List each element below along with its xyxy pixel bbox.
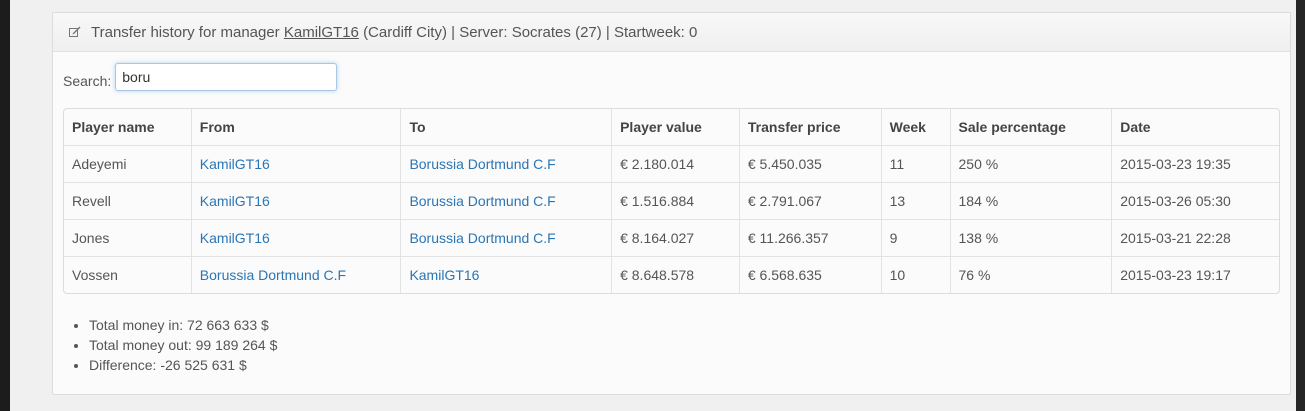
panel-header: Transfer history for manager KamilGT16 (…: [53, 13, 1290, 52]
player-value-cell: € 8.164.027: [611, 219, 739, 256]
from-cell: KamilGT16: [190, 182, 401, 219]
table-row: Vossen Borussia Dortmund C.F KamilGT16 €…: [64, 256, 1279, 293]
from-link[interactable]: KamilGT16: [200, 193, 270, 209]
edit-icon: [69, 26, 81, 38]
column-header[interactable]: Transfer price: [738, 109, 881, 145]
transfer-history-panel: Transfer history for manager KamilGT16 (…: [52, 12, 1291, 395]
sale-percentage-cell: 184 %: [949, 182, 1112, 219]
column-header[interactable]: To: [400, 109, 611, 145]
column-header[interactable]: Date: [1111, 109, 1279, 145]
right-edge: [1296, 0, 1305, 411]
from-cell: KamilGT16: [190, 219, 401, 256]
player-name-cell: Adeyemi: [64, 145, 191, 182]
table-row: Adeyemi KamilGT16 Borussia Dortmund C.F …: [64, 145, 1279, 182]
to-cell: Borussia Dortmund C.F: [400, 145, 612, 182]
column-header[interactable]: Player name: [64, 109, 191, 145]
transfer-price-cell: € 11.266.357: [738, 219, 881, 256]
to-link[interactable]: KamilGT16: [409, 267, 479, 283]
from-link[interactable]: KamilGT16: [200, 230, 270, 246]
to-link[interactable]: Borussia Dortmund C.F: [409, 230, 555, 246]
search-row: Search:: [63, 63, 338, 91]
player-value-cell: € 2.180.014: [611, 145, 739, 182]
to-link[interactable]: Borussia Dortmund C.F: [409, 193, 555, 209]
transfer-price-cell: € 5.450.035: [738, 145, 881, 182]
date-cell: 2015-03-23 19:17: [1111, 256, 1279, 293]
date-cell: 2015-03-21 22:28: [1111, 219, 1279, 256]
search-input[interactable]: [115, 63, 338, 91]
week-cell: 11: [880, 145, 950, 182]
title-suffix: (Cardiff City) | Server: Socrates (27) |…: [363, 23, 698, 41]
title-prefix: Transfer history for manager: [91, 23, 280, 41]
transfer-price-cell: € 2.791.067: [738, 182, 881, 219]
from-cell: KamilGT16: [190, 145, 401, 182]
left-edge: [0, 0, 10, 411]
player-name-cell: Revell: [64, 182, 191, 219]
money-summary: Total money in: 72 663 633 $ Total money…: [73, 315, 277, 375]
player-value-cell: € 1.516.884: [611, 182, 739, 219]
from-link[interactable]: Borussia Dortmund C.F: [200, 267, 346, 283]
to-cell: Borussia Dortmund C.F: [400, 219, 612, 256]
date-cell: 2015-03-23 19:35: [1111, 145, 1279, 182]
table-row: Jones KamilGT16 Borussia Dortmund C.F € …: [64, 219, 1279, 256]
sale-percentage-cell: 250 %: [949, 145, 1112, 182]
to-cell: Borussia Dortmund C.F: [400, 182, 612, 219]
total-money-out: Total money out: 99 189 264 $: [89, 335, 277, 355]
total-money-in: Total money in: 72 663 633 $: [89, 315, 277, 335]
column-header[interactable]: Week: [880, 109, 950, 145]
sale-percentage-cell: 76 %: [949, 256, 1112, 293]
column-header[interactable]: Player value: [611, 109, 739, 145]
player-value-cell: € 8.648.578: [611, 256, 739, 293]
player-name-cell: Jones: [64, 219, 191, 256]
week-cell: 9: [880, 219, 950, 256]
from-link[interactable]: KamilGT16: [200, 156, 270, 172]
money-difference: Difference: -26 525 631 $: [89, 355, 277, 375]
transfer-table: Player name From To Player value Transfe…: [63, 108, 1280, 294]
column-header[interactable]: Sale percentage: [949, 109, 1112, 145]
table-header-row: Player name From To Player value Transfe…: [64, 109, 1279, 145]
column-header[interactable]: From: [190, 109, 401, 145]
player-name-cell: Vossen: [64, 256, 191, 293]
from-cell: Borussia Dortmund C.F: [190, 256, 401, 293]
table-row: Revell KamilGT16 Borussia Dortmund C.F €…: [64, 182, 1279, 219]
date-cell: 2015-03-26 05:30: [1111, 182, 1279, 219]
manager-link[interactable]: KamilGT16: [284, 24, 359, 41]
to-cell: KamilGT16: [400, 256, 612, 293]
sale-percentage-cell: 138 %: [949, 219, 1112, 256]
to-link[interactable]: Borussia Dortmund C.F: [409, 156, 555, 172]
week-cell: 13: [880, 182, 950, 219]
panel-title: Transfer history for manager KamilGT16 (…: [91, 24, 697, 41]
search-label: Search:: [63, 73, 112, 89]
week-cell: 10: [880, 256, 950, 293]
transfer-price-cell: € 6.568.635: [738, 256, 881, 293]
